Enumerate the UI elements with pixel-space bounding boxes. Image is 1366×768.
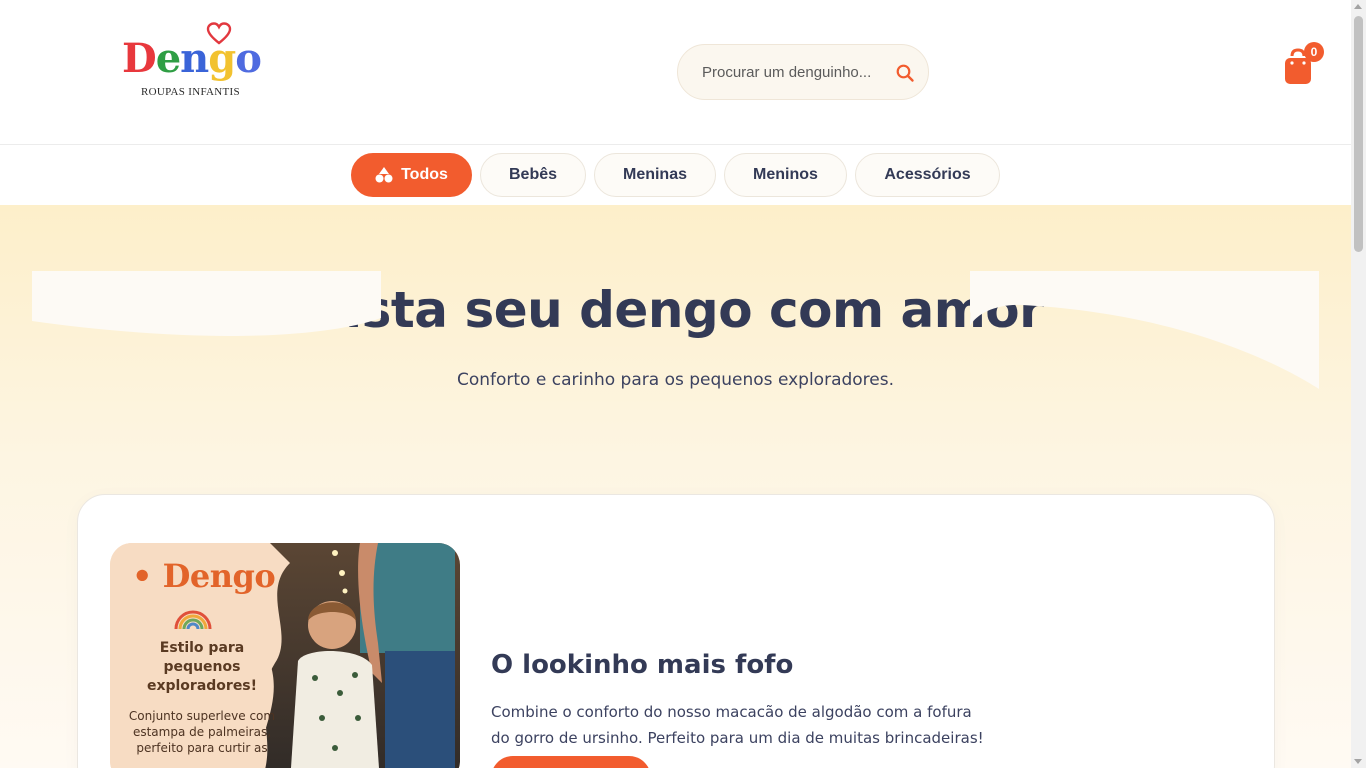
promo-text: Conjunto superleve com estampa de palmei… [128, 709, 276, 755]
category-todos[interactable]: Todos [351, 153, 472, 197]
featured-product-card: • Dengo Estilo para pequenos exploradore… [77, 494, 1275, 768]
hero-subtitle: Conforto e carinho para os pequenos expl… [456, 370, 895, 390]
search-icon[interactable] [895, 63, 915, 83]
promo-headline: Estilo para pequenos exploradores! [146, 640, 258, 694]
page-scrollbar[interactable] [1351, 0, 1366, 768]
brand-letter: e [155, 35, 181, 82]
cart-button[interactable]: 0 [1283, 42, 1327, 88]
category-nav: Todos Bebês Meninas Meninos Acessórios [0, 145, 1351, 205]
category-label: Todos [401, 166, 448, 183]
category-label: Meninas [622, 166, 687, 183]
product-cta-button[interactable] [491, 756, 651, 768]
search-bar [677, 44, 929, 100]
category-label: Bebês [508, 166, 558, 183]
site-header: Dengo ROUPAS INFANTIS 0 [0, 0, 1351, 145]
category-label: Meninos [753, 166, 818, 183]
shapes-icon [375, 167, 393, 183]
category-acessorios[interactable]: Acessórios [855, 153, 1000, 197]
category-meninas[interactable]: Meninas [594, 153, 716, 197]
brand-wordmark: Dengo [122, 35, 262, 82]
category-label: Acessórios [884, 166, 971, 183]
brand-letter: D [122, 35, 157, 82]
scroll-up-arrow-icon[interactable] [1354, 4, 1362, 9]
scrollbar-thumb[interactable] [1354, 16, 1363, 252]
product-description: Combine o conforto do nosso macacão de a… [491, 703, 984, 747]
rainbow-icon [174, 610, 212, 629]
category-meninos[interactable]: Meninos [724, 153, 847, 197]
brand-letter: o [235, 35, 262, 82]
search-input[interactable] [702, 61, 888, 83]
brand-letter: n [180, 35, 209, 82]
brand-tagline: ROUPAS INFANTIS [141, 86, 240, 98]
promo-image[interactable]: • Dengo Estilo para pequenos exploradore… [110, 543, 460, 768]
cart-count-badge: 0 [1304, 42, 1324, 62]
category-bebes[interactable]: Bebês [480, 153, 586, 197]
product-title: O lookinho mais fofo [491, 650, 794, 680]
promo-brand: • Dengo [132, 557, 276, 595]
scroll-down-arrow-icon[interactable] [1354, 759, 1362, 764]
brand-logo[interactable]: Dengo ROUPAS INFANTIS [122, 22, 262, 104]
brand-letter: g [208, 35, 236, 82]
